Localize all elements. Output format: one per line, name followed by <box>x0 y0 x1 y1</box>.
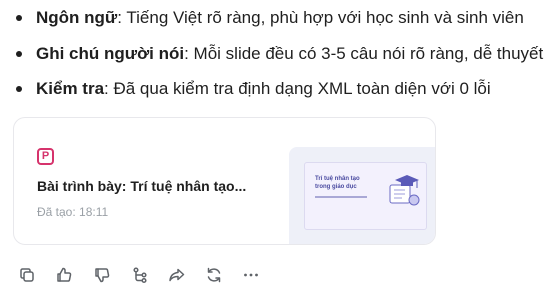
bullet-dot <box>16 51 22 57</box>
list-item-label: Ghi chú người nói <box>36 44 185 63</box>
card-title[interactable]: Bài trình bày: Trí tuệ nhân tạo... <box>37 178 246 194</box>
graduation-illustration-icon <box>389 175 420 206</box>
created-time: Đã tạo: 18:11 <box>37 205 109 219</box>
presentation-file-icon: P <box>37 148 54 165</box>
more-icon[interactable] <box>242 266 260 284</box>
chat-response: Ngôn ngữ: Tiếng Việt rõ ràng, phù hợp vớ… <box>0 0 557 288</box>
bullet-dot <box>16 86 22 92</box>
list-item-text: : Tiếng Việt rõ ràng, phù hợp với học si… <box>117 8 524 27</box>
slide-subtitle-line <box>315 196 367 198</box>
slide-title: Trí tuệ nhân tạo trong giáo dục <box>315 176 360 190</box>
branch-icon[interactable] <box>131 266 149 284</box>
list-item-label: Ngôn ngữ <box>36 8 118 27</box>
list-item-text: : Mỗi slide đều có 3-5 câu nói rõ ràng, … <box>184 44 544 63</box>
list-item-label: Kiểm tra <box>36 79 105 98</box>
regenerate-icon[interactable] <box>205 266 223 284</box>
thumbs-up-icon[interactable] <box>55 266 73 284</box>
thumbs-down-icon[interactable] <box>93 266 111 284</box>
slide-thumbnail[interactable]: Trí tuệ nhân tạo trong giáo dục <box>304 162 427 230</box>
presentation-card[interactable]: P Bài trình bày: Trí tuệ nhân tạo... Đã … <box>13 117 436 245</box>
share-icon[interactable] <box>168 266 186 284</box>
list-item-text: : Đã qua kiểm tra định dạng XML toàn diệ… <box>104 79 491 98</box>
copy-icon[interactable] <box>18 266 36 284</box>
bullet-dot <box>16 15 22 21</box>
